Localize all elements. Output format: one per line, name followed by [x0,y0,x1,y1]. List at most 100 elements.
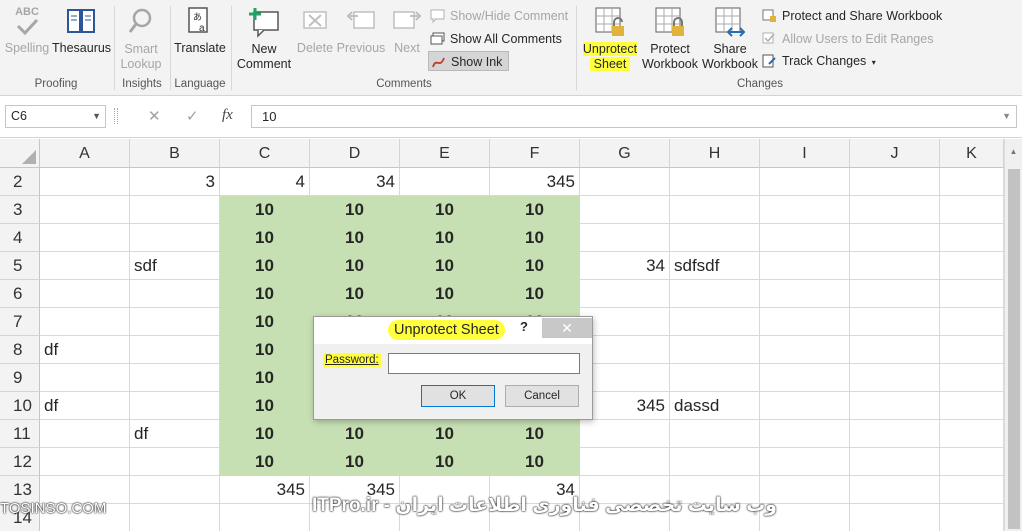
cell-b6[interactable] [130,280,220,308]
cell-k14[interactable] [940,504,1004,531]
cell-i6[interactable] [760,280,850,308]
cell-k13[interactable] [940,476,1004,504]
cell-f2[interactable]: 345 [490,168,580,196]
row-header[interactable]: 9 [0,364,40,392]
cell-g7[interactable] [580,308,670,336]
cell-k6[interactable] [940,280,1004,308]
cell-j6[interactable] [850,280,940,308]
translate-button[interactable]: あa Translate [172,0,228,76]
cell-c14[interactable] [220,504,310,531]
cell-j4[interactable] [850,224,940,252]
column-header-c[interactable]: C [220,139,310,168]
cell-b9[interactable] [130,364,220,392]
cell-d6[interactable]: 10 [310,280,400,308]
cell-i9[interactable] [760,364,850,392]
cell-b3[interactable] [130,196,220,224]
unprotect-sheet-button[interactable]: Unprotect Sheet [580,0,640,76]
column-header-e[interactable]: E [400,139,490,168]
chevron-down-icon[interactable]: ▼ [92,106,101,127]
help-icon[interactable]: ? [520,319,528,334]
ok-button[interactable]: OK [421,385,495,407]
cell-g5[interactable]: 34 [580,252,670,280]
cell-j7[interactable] [850,308,940,336]
cell-c8[interactable]: 10 [220,336,310,364]
delete-comment-button[interactable]: Delete [294,0,336,76]
cell-k11[interactable] [940,420,1004,448]
cell-e2[interactable] [400,168,490,196]
column-header-j[interactable]: J [850,139,940,168]
cell-c7[interactable]: 10 [220,308,310,336]
cell-d2[interactable]: 34 [310,168,400,196]
cell-a7[interactable] [40,308,130,336]
allow-users-edit-ranges-button[interactable]: Allow Users to Edit Ranges [760,29,939,49]
cell-j8[interactable] [850,336,940,364]
cell-d12[interactable]: 10 [310,448,400,476]
cell-i4[interactable] [760,224,850,252]
cell-e6[interactable]: 10 [400,280,490,308]
cell-a5[interactable] [40,252,130,280]
row-header[interactable]: 2 [0,168,40,196]
show-ink-button[interactable]: Show Ink [428,51,510,71]
cell-g12[interactable] [580,448,670,476]
row-header[interactable]: 6 [0,280,40,308]
cell-k9[interactable] [940,364,1004,392]
cell-k4[interactable] [940,224,1004,252]
cell-b13[interactable] [130,476,220,504]
cell-a10[interactable]: df [40,392,130,420]
cell-f4[interactable]: 10 [490,224,580,252]
cell-k3[interactable] [940,196,1004,224]
cell-j5[interactable] [850,252,940,280]
column-header-d[interactable]: D [310,139,400,168]
row-header[interactable]: 12 [0,448,40,476]
show-hide-comment-button[interactable]: Show/Hide Comment [428,6,574,26]
column-header-g[interactable]: G [580,139,670,168]
cell-j10[interactable] [850,392,940,420]
cell-a4[interactable] [40,224,130,252]
cell-b4[interactable] [130,224,220,252]
scrollbar-thumb[interactable] [1008,169,1020,529]
cell-a9[interactable] [40,364,130,392]
cell-j12[interactable] [850,448,940,476]
column-header-k[interactable]: K [940,139,1004,168]
protect-and-share-button[interactable]: Protect and Share Workbook [760,6,948,26]
cell-a8[interactable]: df [40,336,130,364]
cell-b2[interactable]: 3 [130,168,220,196]
cell-i12[interactable] [760,448,850,476]
cell-g6[interactable] [580,280,670,308]
cell-b11[interactable]: df [130,420,220,448]
cell-a2[interactable] [40,168,130,196]
cell-i3[interactable] [760,196,850,224]
cell-a11[interactable] [40,420,130,448]
cell-i10[interactable] [760,392,850,420]
cell-h12[interactable] [670,448,760,476]
resize-handle[interactable] [114,108,118,124]
row-header[interactable]: 10 [0,392,40,420]
cell-e11[interactable]: 10 [400,420,490,448]
column-header-f[interactable]: F [490,139,580,168]
cell-e4[interactable]: 10 [400,224,490,252]
cell-h10[interactable]: dassd [670,392,760,420]
cell-e3[interactable]: 10 [400,196,490,224]
dialog-title-bar[interactable]: Unprotect Sheet ? ✕ [314,317,592,344]
cell-f12[interactable]: 10 [490,448,580,476]
row-header[interactable]: 11 [0,420,40,448]
smart-lookup-button[interactable]: Smart Lookup [116,0,166,76]
previous-comment-button[interactable]: Previous [336,0,386,76]
cell-d11[interactable]: 10 [310,420,400,448]
cell-g9[interactable] [580,364,670,392]
cell-h7[interactable] [670,308,760,336]
cell-d5[interactable]: 10 [310,252,400,280]
cell-h3[interactable] [670,196,760,224]
cell-g10[interactable]: 345 [580,392,670,420]
cell-g4[interactable] [580,224,670,252]
formula-input[interactable]: 10 ▼ [251,105,1017,128]
cancel-button[interactable]: Cancel [505,385,579,407]
select-all-button[interactable] [0,139,40,168]
column-header-a[interactable]: A [40,139,130,168]
cell-f3[interactable]: 10 [490,196,580,224]
thesaurus-button[interactable]: Thesaurus [52,0,111,76]
cell-j14[interactable] [850,504,940,531]
cell-b5[interactable]: sdf [130,252,220,280]
cell-j11[interactable] [850,420,940,448]
cell-c10[interactable]: 10 [220,392,310,420]
